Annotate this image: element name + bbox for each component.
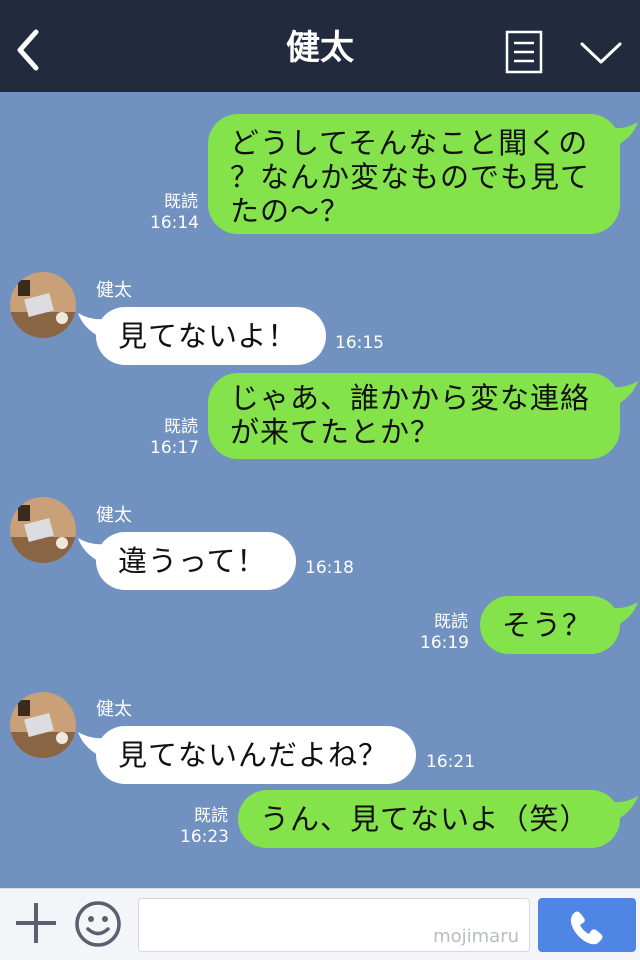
avatar-photo-icon	[10, 272, 76, 338]
read-label: 既読	[164, 192, 198, 212]
message-time: 16:21	[426, 752, 475, 772]
avatar-photo-icon	[10, 497, 76, 563]
their-message-bubble[interactable]: 見てないんだよね？	[78, 726, 416, 784]
my-message-bubble[interactable]: じゃあ、誰かから変な連絡 が来てたとか？	[208, 373, 638, 459]
their-message-bubble[interactable]: 違うって！	[78, 532, 296, 590]
message-time: 16:14	[150, 213, 199, 233]
smiley-icon	[75, 901, 121, 947]
message-text: どうしてそんなこと聞くの ？なんか変なものでも見て たの〜？	[230, 126, 591, 228]
chat-title: 健太	[286, 28, 354, 68]
document-lines-icon	[505, 30, 543, 74]
call-button[interactable]	[538, 898, 636, 952]
chevron-left-icon	[17, 29, 39, 71]
my-message-bubble[interactable]: うん、見てないよ（笑）	[238, 790, 638, 848]
read-status: 既読 16:17	[150, 417, 199, 459]
bubble-tail	[78, 732, 116, 760]
message-text: じゃあ、誰かから変な連絡 が来てたとか？	[230, 381, 591, 449]
message-text: 見てないよ！	[118, 319, 298, 353]
message-time: 16:15	[335, 333, 384, 353]
read-status: 既読 16:19	[420, 612, 469, 654]
avatar[interactable]	[10, 272, 76, 338]
bubble-tail	[600, 796, 638, 824]
bubble-tail	[78, 538, 116, 566]
message-time: 16:19	[420, 633, 469, 653]
avatar-photo-icon	[10, 692, 76, 758]
watermark: mojimaru	[433, 926, 519, 947]
read-status: 既読 16:23	[180, 806, 229, 848]
menu-button[interactable]	[505, 30, 543, 74]
message-text: うん、見てないよ（笑）	[260, 802, 590, 836]
avatar[interactable]	[10, 692, 76, 758]
read-status: 既読 16:14	[150, 192, 199, 234]
message-time: 16:17	[150, 438, 199, 458]
emoji-button[interactable]	[74, 900, 122, 948]
dropdown-button[interactable]	[578, 38, 624, 68]
read-label: 既読	[164, 417, 198, 437]
sender-name: 健太	[96, 280, 132, 301]
message-time: 16:18	[305, 558, 354, 578]
sender-name: 健太	[96, 699, 132, 720]
plus-button[interactable]	[14, 901, 58, 945]
bubble-tail	[78, 313, 116, 341]
phone-icon	[570, 911, 603, 945]
message-time: 16:23	[180, 827, 229, 847]
sender-name: 健太	[96, 505, 132, 526]
chevron-down-icon	[580, 42, 622, 64]
chat-area[interactable]: 既読 16:14 どうしてそんなこと聞くの ？なんか変なものでも見て たの〜？ …	[0, 92, 640, 888]
read-label: 既読	[434, 612, 468, 632]
bubble-tail	[600, 122, 638, 150]
message-text: そう？	[502, 608, 593, 642]
input-bar: mojimaru	[0, 888, 640, 960]
bubble-tail	[600, 602, 638, 630]
message-input[interactable]: mojimaru	[138, 898, 530, 952]
message-text: 見てないんだよね？	[118, 738, 389, 772]
read-label: 既読	[194, 806, 228, 826]
back-button[interactable]	[10, 26, 50, 74]
my-message-bubble[interactable]: そう？	[480, 596, 638, 654]
bubble-tail	[600, 381, 638, 409]
their-message-bubble[interactable]: 見てないよ！	[78, 307, 326, 365]
chat-header: 健太	[0, 0, 640, 92]
avatar[interactable]	[10, 497, 76, 563]
message-text: 違うって！	[118, 544, 267, 578]
plus-icon	[16, 903, 56, 943]
my-message-bubble[interactable]: どうしてそんなこと聞くの ？なんか変なものでも見て たの〜？	[208, 114, 638, 234]
